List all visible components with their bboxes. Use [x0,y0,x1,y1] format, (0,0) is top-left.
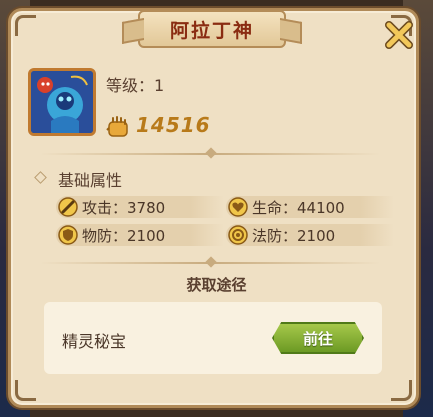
title-banner: 阿拉丁神 [138,10,286,48]
fist-icon [106,116,128,137]
go-button[interactable]: 前往 [272,322,364,354]
stat-attack: 攻击：3780 [56,196,224,218]
source-label: 精灵秘宝 [62,332,127,351]
stat-health-text: 生命：44100 [252,198,345,217]
acquire-source-item: 精灵秘宝 前往 [44,302,382,374]
stat-magic-defense-text: 法防：2100 [252,226,336,245]
stat-attack-text: 攻击：3780 [82,198,166,217]
hero-level: 等级：1 [106,76,165,95]
heart-icon [228,197,248,217]
close-button[interactable] [382,18,416,52]
acquire-title: 获取途径 [186,276,247,294]
dialog-title: 阿拉丁神 [169,19,254,42]
combat-power: 14516 [136,113,211,137]
go-button-label: 前往 [302,329,333,348]
close-x-icon [385,21,413,49]
attributes-title: 基础属性 [58,171,123,190]
corner-ornament [391,380,412,401]
stat-physical-defense: 物防：2100 [56,224,224,246]
shield-icon [58,225,78,245]
stat-health: 生命：44100 [226,196,394,218]
stat-magic-defense: 法防：2100 [226,224,394,246]
magic-ring-icon [228,225,248,245]
corner-ornament [15,15,36,36]
corner-ornament [15,380,36,401]
hero-portrait[interactable] [28,68,96,136]
hero-portrait-icon [31,71,93,133]
stat-physical-defense-text: 物防：2100 [82,226,166,245]
sword-icon [58,197,78,217]
